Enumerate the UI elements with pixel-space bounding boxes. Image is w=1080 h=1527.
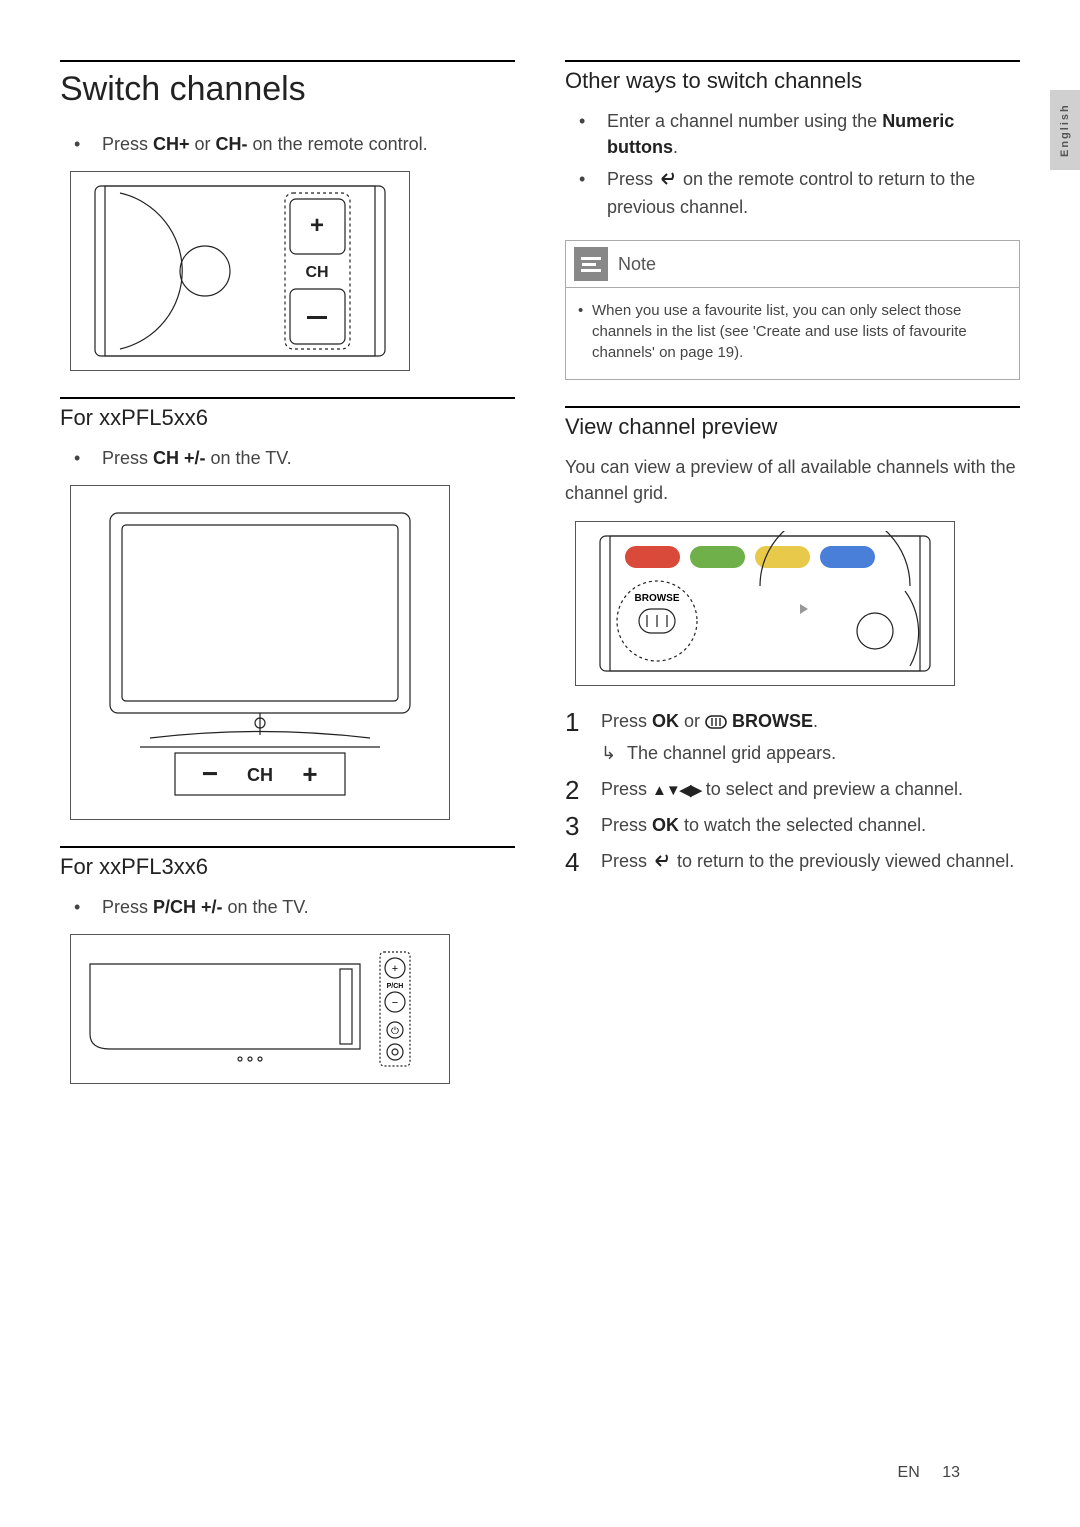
footer-page: 13 [942,1464,960,1481]
browse-icon [705,710,727,736]
step-1: Press OK or BROWSE. The channel grid app… [565,708,1020,766]
bullet-numeric: Enter a channel number using the Numeric… [565,108,1020,160]
svg-text:CH: CH [247,765,273,785]
right-column: Other ways to switch channels Enter a ch… [565,60,1020,1106]
svg-text:⏻: ⏻ [391,1026,399,1037]
step-4: Press to return to the previously viewed… [565,848,1020,876]
left-column: Switch channels Press CH+ or CH- on the … [60,60,515,1106]
vcp-intro: You can view a preview of all available … [565,454,1020,506]
bullet-return: Press on the remote control to return to… [565,166,1020,220]
svg-text:BROWSE: BROWSE [635,593,680,604]
footer-lang: EN [898,1464,920,1481]
figure-tv-5xx6: − CH + [70,485,450,820]
step-3: Press OK to watch the selected channel. [565,812,1020,838]
note-body: When you use a favourite list, you can o… [566,288,1019,379]
return-icon [658,168,678,194]
note-title: Note [618,254,656,275]
subhead-view-preview: View channel preview [565,406,1020,440]
svg-text:+: + [302,759,317,789]
svg-text:+: + [310,212,324,239]
subhead-other-ways: Other ways to switch channels [565,60,1020,94]
svg-text:−: − [202,758,218,789]
subhead-5xx6: For xxPFL5xx6 [60,397,515,431]
figure-tv-3xx6: + P/CH − ⏻ [70,934,450,1084]
page-footer: EN 13 [898,1464,960,1482]
svg-text:+: + [392,963,398,975]
note-icon [574,247,608,281]
subhead-3xx6: For xxPFL3xx6 [60,846,515,880]
figure-remote-ch: + CH [70,171,410,371]
return-icon [652,850,672,876]
page-title: Switch channels [60,60,515,109]
svg-text:−: − [392,997,398,1009]
step-1-result: The channel grid appears. [601,740,1020,766]
bullet-ch-tv-5xx6: Press CH +/- on the TV. [60,445,515,471]
bullet-pch-tv-3xx6: Press P/CH +/- on the TV. [60,894,515,920]
note-box: Note When you use a favourite list, you … [565,240,1020,380]
svg-text:P/CH: P/CH [387,983,404,990]
figure-remote-browse: BROWSE [575,521,955,686]
step-2: Press ▲▼◀▶ to select and preview a chann… [565,776,1020,802]
ch-label: CH [305,264,328,281]
bullet-ch-remote: Press CH+ or CH- on the remote control. [60,131,515,157]
language-tab: English [1050,90,1080,170]
nav-arrows-icon: ▲▼◀▶ [652,782,701,799]
